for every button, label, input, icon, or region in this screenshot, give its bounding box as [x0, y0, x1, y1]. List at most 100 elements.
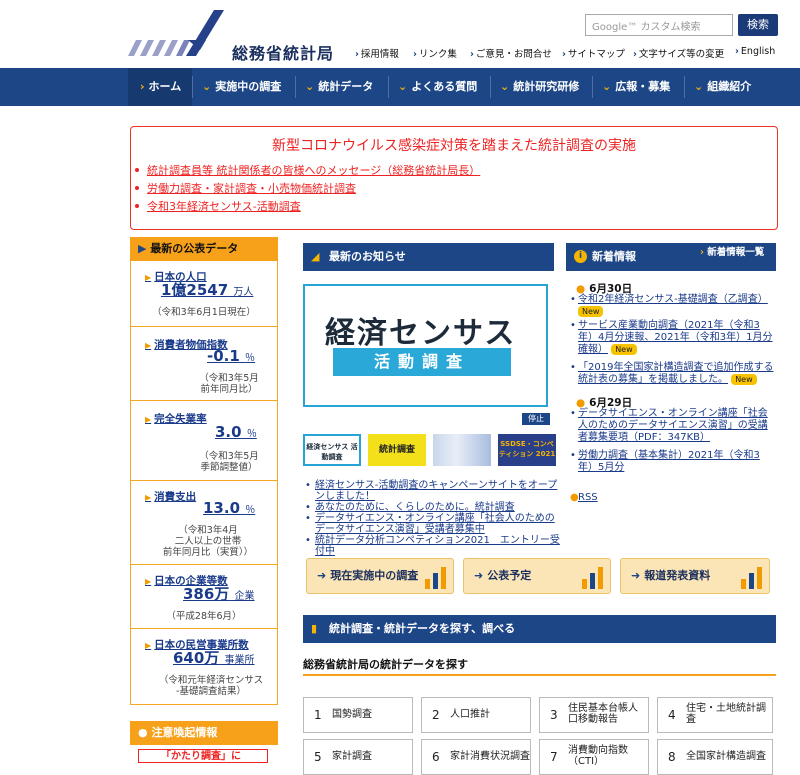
thumb-dataschool[interactable] — [433, 434, 491, 466]
stat-value[interactable]: 1億2547 万人 — [161, 279, 253, 300]
search-section-header: ▮ 統計調査・統計データを探す、調べる — [303, 615, 776, 643]
category-1[interactable]: 1 国勢調査 — [303, 697, 413, 733]
logo-mark-icon[interactable] — [128, 10, 224, 56]
stat-note: （令和3年6月1日現在） — [152, 307, 256, 318]
news-entry[interactable]: • サービス産業動向調査（2021年（令和3年）4月分速報、2021年（令和3年）… — [566, 320, 774, 356]
bar-chart-icon — [582, 567, 603, 589]
warning-icon: ● — [138, 726, 152, 739]
bullet-icon — [135, 186, 139, 190]
news-list: 経済センサス-活動調査のキャンペーンサイトをオープンしました！ あなたのために、… — [303, 480, 561, 557]
arrow-icon: › — [470, 49, 474, 60]
news-item[interactable]: 統計データ分析コンペティション2021 エントリー受付中 — [303, 535, 561, 557]
notice-title: 新型コロナウイルス感染症対策を踏まえた統計調査の実施 — [272, 138, 636, 154]
category-6[interactable]: 6 家計消費状況調査 — [421, 739, 531, 775]
stat-value[interactable]: 13.0 ％ — [203, 499, 255, 517]
nav-faq[interactable]: ⌄ よくある質問 — [398, 68, 477, 106]
category-5[interactable]: 5 家計調査 — [303, 739, 413, 775]
whats-new-list-link[interactable]: › 新着情報一覧 — [700, 244, 764, 258]
economic-census-banner[interactable]: 経済センサス 活動調査 — [303, 284, 548, 407]
stat-enterprises[interactable]: ▶ 日本の企業等数 386万 企業 （平成28年6月） — [130, 565, 278, 629]
nav-divider — [684, 76, 685, 98]
category-8[interactable]: 8 全国家計構造調査 — [657, 739, 773, 775]
stat-establishments[interactable]: ▶ 日本の民営事業所数 640万 事業所 （令和元年経済センサス -基礎調査結果） — [130, 629, 278, 705]
nav-about[interactable]: ⌄ 組織紹介 — [694, 68, 751, 106]
news-entry[interactable]: • 令和2年経済センサス-基礎調査（乙調査） New — [566, 294, 774, 318]
util-link-fontsize[interactable]: › 文字サイズ等の変更 — [633, 46, 724, 60]
new-badge: New — [611, 344, 637, 355]
bar-chart-icon: ▮ — [311, 622, 318, 635]
search-section-subtitle: 総務省統計局の統計データを探す — [303, 658, 468, 671]
nav-divider — [388, 76, 389, 98]
thumb-survey[interactable]: 統計調査 — [368, 434, 426, 466]
nav-research[interactable]: ⌄ 統計研究研修 — [500, 68, 579, 106]
notice-link-message[interactable]: 統計調査員等 統計関係者の皆様へのメッセージ（総務省統計局長） — [147, 162, 480, 178]
news-entry[interactable]: • データサイエンス・オンライン講座「社会人のためのデータサイエンス演習」の受講者… — [566, 408, 774, 444]
arrow-icon: › — [735, 46, 739, 57]
triangle-icon: ▶ — [145, 577, 152, 586]
notice-link-labour[interactable]: 労働力調査・家計調査・小売物価統計調査 — [147, 180, 356, 196]
stat-note: （令和3年5月 前年同月比） — [199, 373, 259, 395]
new-badge: New — [731, 374, 757, 385]
search-input[interactable]: Google™ カスタム検索 — [585, 14, 733, 36]
category-3[interactable]: 3 住民基本台帳人口移動報告 — [539, 697, 649, 733]
latest-data-header: ▶ 最新の公表データ — [130, 237, 278, 261]
slideshow-stop-button[interactable]: 停止 — [522, 413, 550, 425]
arrow-right-icon: ➜ — [631, 569, 641, 582]
bar-chart-icon — [425, 567, 446, 589]
triangle-icon: ▶ — [138, 242, 151, 255]
stat-value[interactable]: 640万 事業所 — [173, 647, 255, 668]
util-link-recruit[interactable]: › 採用情報 — [355, 46, 399, 60]
news-entry[interactable]: • 「2019年全国家計構造調査で追加作成する統計表の募集」を掲載しました。 Ne… — [566, 362, 774, 386]
covid-notice-box: 新型コロナウイルス感染症対策を踏まえた統計調査の実施 統計調査員等 統計関係者の… — [130, 126, 778, 230]
news-item[interactable]: あなたのために、くらしのために。統計調査 — [303, 502, 561, 513]
stat-unemployment[interactable]: ▶ 完全失業率 3.0 ％ （令和3年5月 季節調整値） — [130, 401, 278, 481]
stat-population[interactable]: ▶ 日本の人口 1億2547 万人 （令和3年6月1日現在） — [130, 261, 278, 327]
util-link-english[interactable]: › English — [735, 46, 775, 57]
category-7[interactable]: 7 消費動向指数（CTI） — [539, 739, 649, 775]
chevron-down-icon: ⌄ — [694, 80, 704, 93]
site-name[interactable]: 総務省統計局 — [232, 40, 334, 64]
util-link-links[interactable]: › リンク集 — [413, 46, 457, 60]
triangle-icon: ▶ — [145, 341, 152, 350]
divider — [303, 674, 776, 676]
stat-note: （平成28年6月） — [166, 611, 242, 622]
thumb-competition[interactable]: SSDSE・コンペティション 2021 — [498, 434, 556, 466]
stat-cpi[interactable]: ▶ 消費者物価指数 -0.1 ％ （令和3年5月 前年同月比） — [130, 327, 278, 401]
notice-link-census[interactable]: 令和3年経済センサス-活動調査 — [147, 198, 301, 214]
info-icon: i — [574, 250, 587, 263]
kataru-warning-link[interactable]: 「かたり調査」に — [138, 749, 268, 763]
chevron-down-icon: ⌄ — [602, 80, 612, 93]
stat-consumption[interactable]: ▶ 消費支出 13.0 ％ （令和3年4月 二人以上の世帯 前年同月比（実質）） — [130, 481, 278, 565]
stat-label[interactable]: ▶ 消費支出 — [145, 489, 196, 504]
category-2[interactable]: 2 人口推計 — [421, 697, 531, 733]
news-header: ◢ 最新のお知らせ — [303, 243, 554, 271]
nav-data[interactable]: ⌄ 統計データ — [305, 68, 373, 106]
stat-value[interactable]: 3.0 ％ — [215, 423, 257, 441]
nav-surveys[interactable]: ⌄ 実施中の調査 — [202, 68, 281, 106]
banner-subtitle: 活動調査 — [333, 348, 511, 376]
warning-info-header: ● 注意喚起情報 — [130, 721, 278, 745]
arrow-right-icon: ➜ — [474, 569, 484, 582]
rss-link[interactable]: ● RSS — [566, 492, 774, 504]
util-link-contact[interactable]: › ご意見・お問合せ — [470, 46, 552, 60]
stat-value[interactable]: 386万 企業 — [183, 583, 255, 604]
release-schedule-button[interactable]: ➜ 公表予定 — [463, 558, 611, 594]
search-button[interactable]: 検索 — [738, 14, 778, 36]
triangle-icon: ▶ — [145, 415, 152, 424]
nav-divider — [490, 76, 491, 98]
nav-home[interactable]: › ホーム — [128, 68, 192, 106]
news-item[interactable]: 経済センサス-活動調査のキャンペーンサイトをオープンしました！ — [303, 480, 561, 502]
chevron-down-icon: ⌄ — [202, 80, 212, 93]
news-item[interactable]: データサイエンス・オンライン講座「社会人のためのデータサイエンス演習」受講者募集… — [303, 513, 561, 535]
nav-pr[interactable]: ⌄ 広報・募集 — [602, 68, 670, 106]
current-surveys-button[interactable]: ➜ 現在実施中の調査 — [306, 558, 454, 594]
press-release-button[interactable]: ➜ 報道発表資料 — [620, 558, 770, 594]
stat-note: （令和3年4月 二人以上の世帯 前年同月比（実質）） — [162, 525, 254, 558]
news-entry[interactable]: • 労働力調査（基本集計）2021年（令和3年）5月分 — [566, 450, 774, 474]
banner-title: 経済センサス — [325, 316, 517, 351]
category-4[interactable]: 4 住宅・土地統計調査 — [657, 697, 773, 733]
thumb-census[interactable]: 経済センサス 活動調査 — [303, 434, 361, 466]
stat-value[interactable]: -0.1 ％ — [207, 347, 255, 365]
util-link-sitemap[interactable]: › サイトマップ — [562, 46, 625, 60]
stat-label[interactable]: ▶ 完全失業率 — [145, 411, 207, 426]
